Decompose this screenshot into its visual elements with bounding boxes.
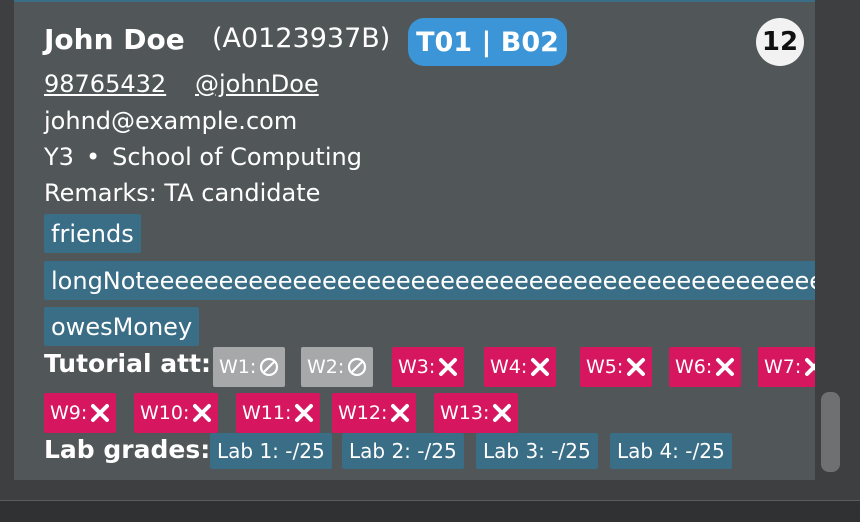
cross-icon [715, 357, 735, 377]
cross-icon [438, 357, 458, 377]
attendance-week-badge: W9: [44, 393, 117, 433]
attendance-week-badge: W11: [236, 393, 321, 433]
cross-icon [530, 357, 550, 377]
lab-grades-label: Lab grades: [44, 435, 211, 464]
cross-icon [804, 357, 815, 377]
attendance-week-label: W4: [490, 356, 528, 378]
scrollbar-thumb[interactable] [821, 392, 840, 472]
attendance-week-label: W13: [440, 402, 490, 424]
tag: owesMoney [44, 307, 200, 346]
prohibited-icon [347, 357, 367, 377]
attendance-week-badge: W10: [134, 393, 219, 433]
faculty-text: School of Computing [112, 143, 362, 171]
lab-grade-badge: Lab 3: -/25 [476, 433, 598, 469]
cross-icon [294, 403, 314, 423]
attendance-week-badge: W3: [392, 347, 465, 387]
phone-link[interactable]: 98765432 [44, 70, 166, 98]
attendance-week-badge: W1: [213, 347, 286, 387]
lab-grade-badge: Lab 1: -/25 [210, 433, 332, 469]
attendance-week-badge: W4: [484, 347, 557, 387]
tag: longNoteeeeeeeeeeeeeeeeeeeeeeeeeeeeeeeee… [44, 261, 815, 300]
attendance-week-badge: W5: [580, 347, 653, 387]
attendance-week-label: W5: [586, 356, 624, 378]
cross-icon [492, 403, 512, 423]
attendance-week-label: W9: [50, 402, 88, 424]
index-badge: 12 [756, 18, 804, 66]
attendance-week-label: W2: [307, 356, 345, 378]
year-text: Y3 [44, 143, 74, 171]
prohibited-icon [259, 357, 279, 377]
person-card[interactable]: John Doe (A0123937B) T01 | B02 12 987654… [14, 0, 815, 480]
year-faculty: Y3 • School of Computing [44, 143, 362, 171]
attendance-week-badge: W13: [434, 393, 519, 433]
attendance-week-badge: W12: [332, 393, 417, 433]
lab-grade-badge: Lab 2: -/25 [342, 433, 464, 469]
cross-icon [192, 403, 212, 423]
group-badge: T01 | B02 [408, 18, 567, 66]
attendance-week-label: W11: [242, 402, 292, 424]
attendance-week-label: W7: [764, 356, 802, 378]
attendance-week-label: W10: [140, 402, 190, 424]
student-id: (A0123937B) [212, 23, 391, 54]
cross-icon [626, 357, 646, 377]
attendance-week-badge: W7: [758, 347, 815, 387]
telegram-link[interactable]: @johnDoe [195, 70, 319, 98]
status-bar [0, 500, 860, 522]
attendance-week-label: W12: [338, 402, 388, 424]
attendance-week-label: W1: [219, 356, 257, 378]
email-text: johnd@example.com [44, 107, 298, 135]
remarks-text: Remarks: TA candidate [44, 179, 321, 207]
separator-dot: • [85, 143, 101, 171]
lab-grade-badge: Lab 4: -/25 [610, 433, 732, 469]
tag: friends [44, 214, 141, 253]
person-name: John Doe [44, 23, 185, 56]
attendance-week-badge: W6: [669, 347, 742, 387]
cross-icon [90, 403, 110, 423]
person-list-pane: John Doe (A0123937B) T01 | B02 12 987654… [0, 0, 860, 500]
cross-icon [390, 403, 410, 423]
tutorial-attendance-label: Tutorial att: [44, 349, 212, 378]
attendance-week-label: W6: [675, 356, 713, 378]
attendance-week-label: W3: [398, 356, 436, 378]
attendance-week-badge: W2: [301, 347, 374, 387]
